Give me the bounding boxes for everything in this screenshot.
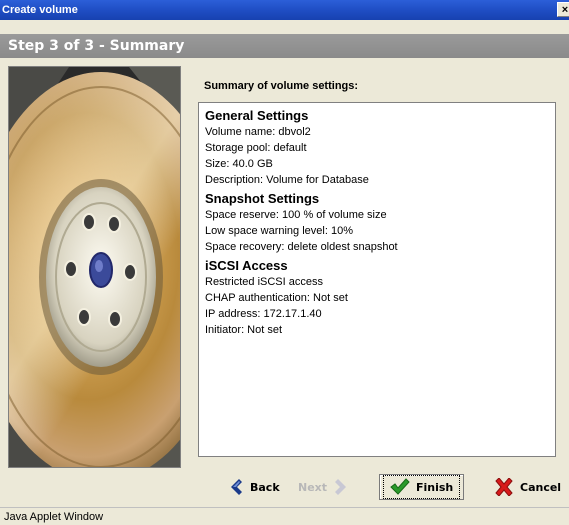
checkmark-icon	[390, 478, 410, 495]
summary-line: Volume name: dbvol2	[205, 126, 311, 138]
summary-line: Storage pool: default	[205, 142, 307, 154]
window-titlebar: Create volume ×	[0, 0, 569, 20]
back-button-label: Back	[250, 480, 280, 494]
close-button[interactable]: ×	[557, 2, 569, 17]
summary-line: Space recovery: delete oldest snapshot	[205, 241, 398, 253]
wizard-disk-image	[8, 66, 181, 468]
finish-button-label: Finish	[416, 480, 454, 494]
section-heading-iscsi: iSCSI Access	[205, 258, 288, 273]
next-button[interactable]: Next	[292, 474, 355, 500]
window-title: Create volume	[2, 4, 78, 16]
close-icon: ×	[561, 3, 569, 16]
next-button-label: Next	[298, 480, 328, 494]
section-heading-snapshot: Snapshot Settings	[205, 191, 320, 206]
summary-line: Low space warning level: 10%	[205, 225, 353, 237]
back-button[interactable]: Back	[222, 474, 286, 500]
step-title: Step 3 of 3 - Summary	[8, 38, 185, 54]
summary-line: IP address: 172.17.1.40	[205, 308, 322, 320]
summary-line: Space reserve: 100 % of volume size	[205, 209, 387, 221]
summary-line: Size: 40.0 GB	[205, 158, 273, 170]
cancel-button[interactable]: Cancel	[488, 474, 567, 500]
finish-button[interactable]: Finish	[379, 474, 465, 500]
chevron-right-icon	[335, 479, 347, 495]
summary-panel: General Settings Volume name: dbvol2 Sto…	[198, 102, 556, 457]
summary-line: CHAP authentication: Not set	[205, 292, 348, 304]
summary-line: Initiator: Not set	[205, 324, 283, 336]
wizard-button-bar: Back Next Finish Cancel	[0, 470, 569, 504]
section-heading-general: General Settings	[205, 108, 309, 123]
status-text: Java Applet Window	[4, 510, 104, 523]
chevron-left-icon	[231, 479, 242, 495]
status-bar: Java Applet Window	[0, 507, 569, 525]
summary-title: Summary of volume settings:	[204, 80, 359, 92]
cancel-button-label: Cancel	[520, 480, 562, 494]
step-header: Step 3 of 3 - Summary	[0, 34, 569, 58]
x-icon	[495, 478, 513, 496]
summary-line: Description: Volume for Database	[205, 174, 369, 186]
summary-line: Restricted iSCSI access	[205, 276, 323, 288]
